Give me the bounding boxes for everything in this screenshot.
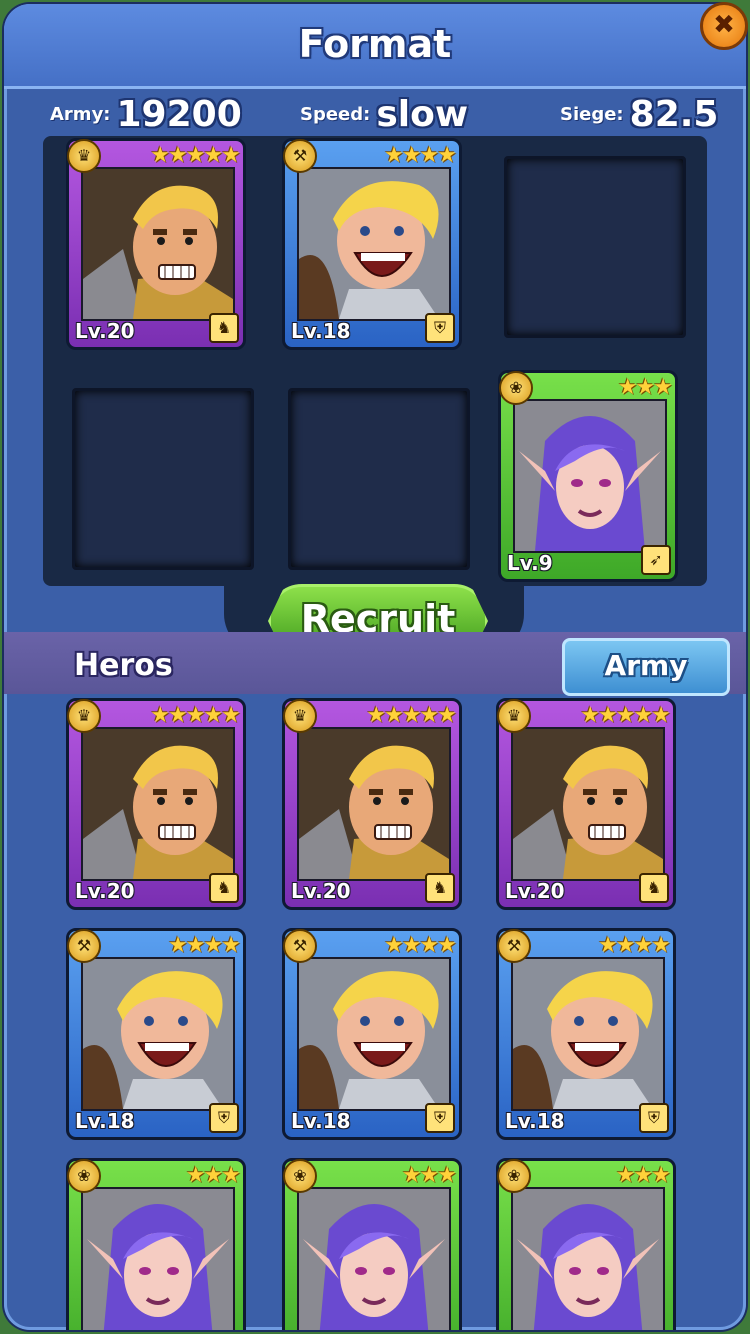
hero-card-elf[interactable]: ❀ ★★★ Lv.9 ➶ <box>498 370 678 582</box>
elf-portrait <box>299 1189 449 1330</box>
warrior-portrait <box>83 169 233 319</box>
hero-card-warrior[interactable]: ♛ ★★★★★ Lv.20 ♞ <box>496 698 676 910</box>
army-tab-button[interactable]: Army <box>562 638 730 696</box>
hero-portrait <box>81 167 235 321</box>
hero-level: Lv.20 <box>75 879 135 903</box>
elf-portrait <box>515 401 665 551</box>
faction-icon: ♛ <box>497 699 531 733</box>
faction-icon: ⚒ <box>497 929 531 963</box>
faction-icon: ❀ <box>67 1159 101 1193</box>
hero-level: Lv.20 <box>75 319 135 343</box>
hero-portrait <box>297 1187 451 1330</box>
army-stat-value: 19200 <box>116 94 242 135</box>
hero-card-elf[interactable]: ❀ ★★★ <box>66 1158 246 1330</box>
faction-icon: ♛ <box>67 699 101 733</box>
hero-card-elf[interactable]: ❀ ★★★ <box>496 1158 676 1330</box>
page-title: Format <box>298 22 452 66</box>
horse-icon: ♞ <box>209 313 239 343</box>
army-stat: Army: 19200 <box>50 94 242 138</box>
heros-label: Heros <box>74 648 173 683</box>
hero-portrait <box>81 1187 235 1330</box>
hero-level: Lv.18 <box>291 1109 351 1133</box>
hero-level: Lv.20 <box>291 879 351 903</box>
star-rating: ★★★ <box>615 1163 671 1188</box>
faction-icon: ❀ <box>283 1159 317 1193</box>
faction-icon: ⚒ <box>67 929 101 963</box>
hero-portrait <box>511 957 665 1111</box>
star-rating: ★★★★★ <box>580 703 671 728</box>
siege-stat-value: 82.5 <box>629 94 719 135</box>
faction-icon: ⚒ <box>283 139 317 173</box>
star-rating: ★★★★ <box>384 933 457 958</box>
warrior-portrait <box>83 729 233 879</box>
bow-icon: ➶ <box>641 545 671 575</box>
hero-portrait <box>513 399 667 553</box>
elf-portrait <box>513 1189 663 1330</box>
warrior-portrait <box>513 729 663 879</box>
empty-format-slot[interactable] <box>504 156 686 338</box>
speed-stat-label: Speed: <box>300 104 371 125</box>
hero-card-warrior[interactable]: ♛ ★★★★★ Lv.20 ♞ <box>66 698 246 910</box>
hero-portrait <box>297 167 451 321</box>
star-rating: ★★★★ <box>384 143 457 168</box>
star-rating: ★★★★★ <box>150 703 241 728</box>
hero-card-brawler[interactable]: ⚒ ★★★★ Lv.18 ⛨ <box>496 928 676 1140</box>
star-rating: ★★★ <box>617 375 673 400</box>
shield-icon: ⛨ <box>209 1103 239 1133</box>
shield-icon: ⛨ <box>639 1103 669 1133</box>
star-rating: ★★★★ <box>598 933 671 958</box>
faction-icon: ❀ <box>499 371 533 405</box>
faction-icon: ⚒ <box>283 929 317 963</box>
horse-icon: ♞ <box>209 873 239 903</box>
brawler-portrait <box>299 959 449 1109</box>
hero-level: Lv.18 <box>291 319 351 343</box>
hero-level: Lv.18 <box>505 1109 565 1133</box>
hero-portrait <box>297 957 451 1111</box>
hero-card-elf[interactable]: ❀ ★★★ <box>282 1158 462 1330</box>
hero-portrait <box>511 1187 665 1330</box>
hero-card-brawler[interactable]: ⚒ ★★★★ Lv.18 ⛨ <box>66 928 246 1140</box>
brawler-portrait <box>299 169 449 319</box>
speed-stat: Speed: slow <box>300 94 468 138</box>
hero-card-brawler[interactable]: ⚒ ★★★★ Lv.18 ⛨ <box>282 928 462 1140</box>
hero-portrait <box>81 957 235 1111</box>
faction-icon: ♛ <box>67 139 101 173</box>
horse-icon: ♞ <box>639 873 669 903</box>
elf-portrait <box>83 1189 233 1330</box>
hero-portrait <box>81 727 235 881</box>
siege-stat-label: Siege: <box>560 104 624 125</box>
star-rating: ★★★ <box>401 1163 457 1188</box>
empty-format-slot[interactable] <box>72 388 254 570</box>
hero-card-warrior[interactable]: ♛ ★★★★★ Lv.20 ♞ <box>66 138 246 350</box>
close-button[interactable]: ✖ <box>700 2 748 50</box>
empty-format-slot[interactable] <box>288 388 470 570</box>
hero-card-brawler[interactable]: ⚒ ★★★★ Lv.18 ⛨ <box>282 138 462 350</box>
star-rating: ★★★ <box>185 1163 241 1188</box>
siege-stat: Siege: 82.5 <box>560 94 718 138</box>
shield-icon: ⛨ <box>425 1103 455 1133</box>
speed-stat-value: slow <box>376 94 469 135</box>
horse-icon: ♞ <box>425 873 455 903</box>
star-rating: ★★★★★ <box>366 703 457 728</box>
faction-icon: ♛ <box>283 699 317 733</box>
brawler-portrait <box>83 959 233 1109</box>
star-rating: ★★★★★ <box>150 143 241 168</box>
hero-level: Lv.9 <box>507 551 553 575</box>
hero-level: Lv.20 <box>505 879 565 903</box>
hero-level: Lv.18 <box>75 1109 135 1133</box>
warrior-portrait <box>299 729 449 879</box>
format-panel: Format Army: 19200 Speed: slow Siege: 82.5 … <box>4 4 746 1330</box>
star-rating: ★★★★ <box>168 933 241 958</box>
brawler-portrait <box>513 959 663 1109</box>
hero-portrait <box>511 727 665 881</box>
hero-portrait <box>297 727 451 881</box>
faction-icon: ❀ <box>497 1159 531 1193</box>
shield-icon: ⛨ <box>425 313 455 343</box>
hero-card-warrior[interactable]: ♛ ★★★★★ Lv.20 ♞ <box>282 698 462 910</box>
army-stat-label: Army: <box>50 104 111 125</box>
